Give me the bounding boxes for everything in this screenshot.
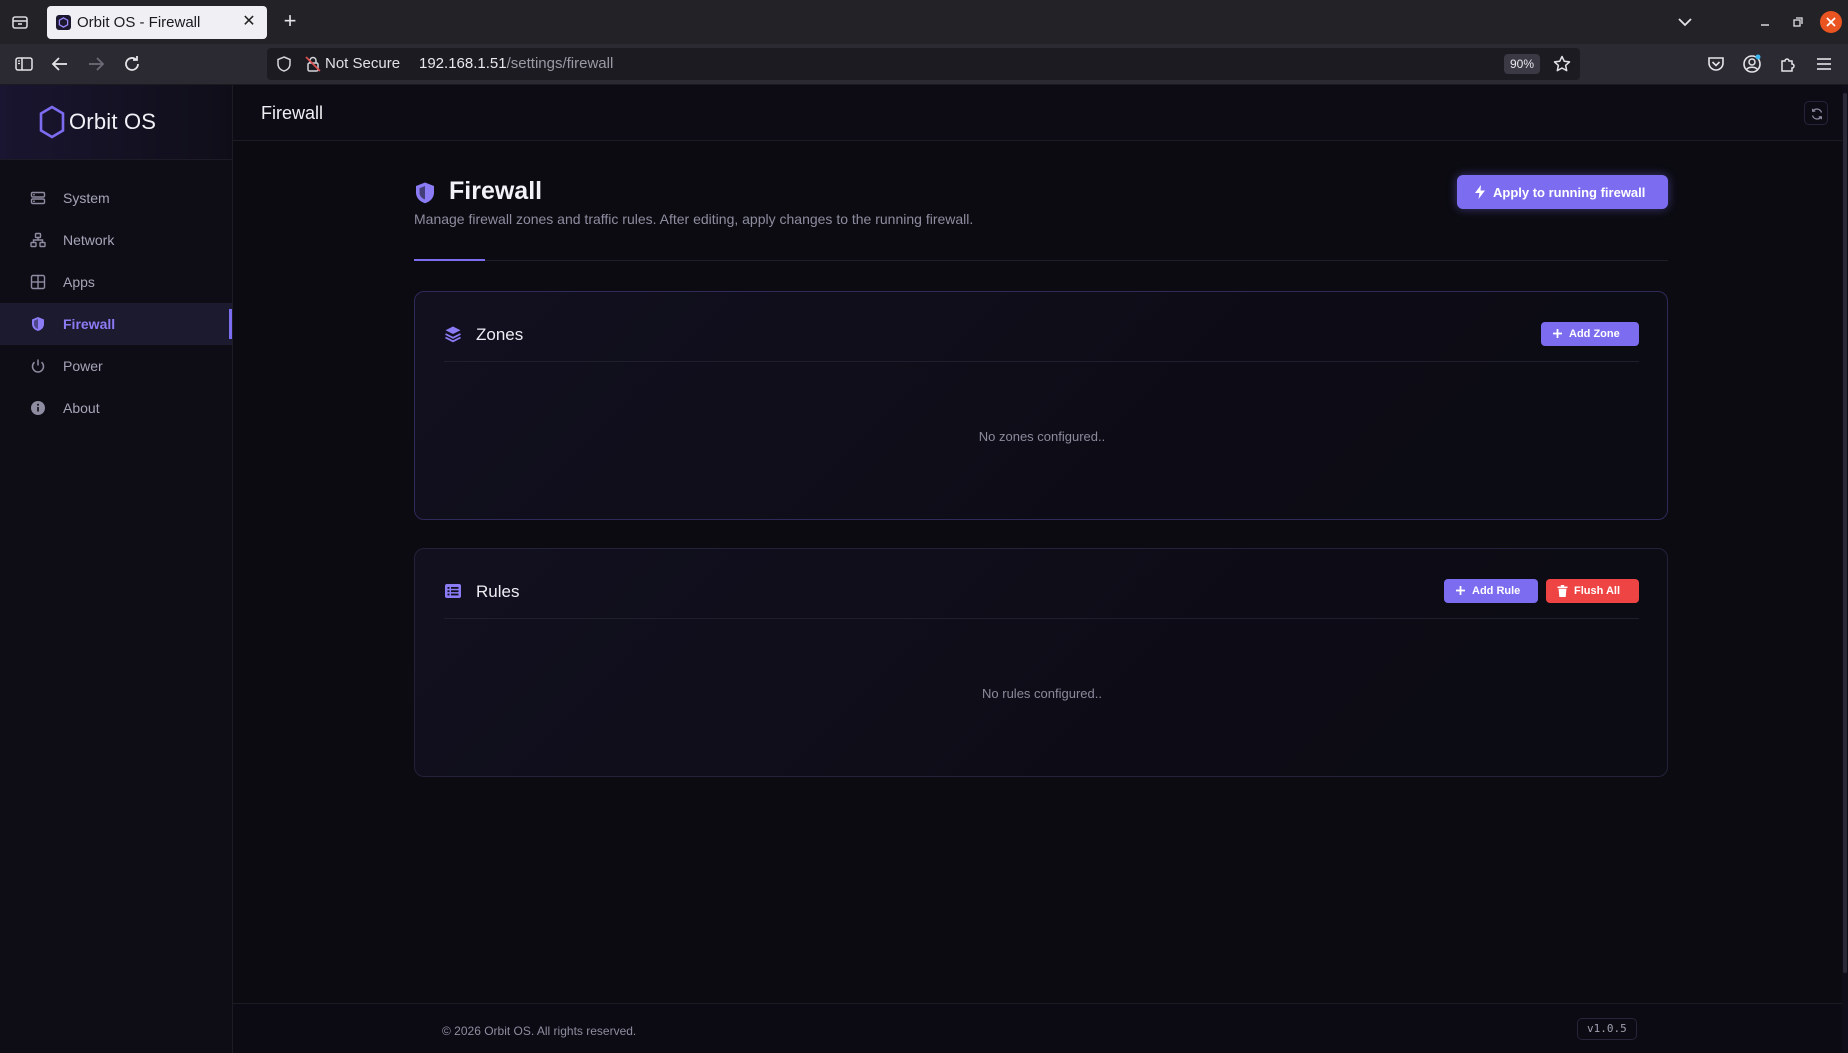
footer: © 2026 Orbit OS. All rights reserved. v1…: [233, 1003, 1848, 1053]
add-rule-label: Add Rule: [1472, 585, 1521, 597]
sidebar-item-power[interactable]: Power: [0, 345, 232, 387]
refresh-button[interactable]: [1804, 101, 1828, 125]
card-divider: [444, 618, 1639, 619]
browser-tab[interactable]: Orbit OS - Firewall ✕: [47, 6, 267, 39]
info-icon: [30, 400, 46, 416]
tracking-shield-icon[interactable]: [275, 55, 293, 78]
sidebar-item-label: Firewall: [63, 316, 116, 332]
lightning-icon: [1474, 185, 1486, 202]
sidebar-item-label: System: [63, 190, 110, 206]
topbar-title: Firewall: [261, 103, 324, 123]
zones-empty-state: No zones configured..: [978, 429, 1106, 444]
version-badge: v1.0.5: [1577, 1018, 1637, 1040]
shield-icon: [414, 181, 436, 210]
list-icon: [444, 582, 462, 605]
insecure-lock-icon[interactable]: [304, 55, 322, 78]
sidebar-item-label: About: [63, 400, 100, 416]
window-minimize-button[interactable]: [1755, 12, 1775, 32]
card-divider: [444, 361, 1639, 362]
app-root: Orbit OS System Network Apps Firewall Po…: [0, 85, 1848, 1053]
topbar: Firewall: [233, 85, 1848, 141]
sidebar-item-apps[interactable]: Apps: [0, 261, 232, 303]
sidebar-toggle-icon[interactable]: [12, 52, 36, 76]
tab-close-icon[interactable]: ✕: [239, 12, 259, 32]
main-area: Firewall Firewall Manage firewall zones …: [233, 85, 1848, 1053]
tab-title: Orbit OS - Firewall: [77, 14, 201, 31]
sidebar-item-label: Apps: [63, 274, 95, 290]
bookmark-star-icon[interactable]: [1552, 54, 1572, 79]
sidebar: Orbit OS System Network Apps Firewall Po…: [0, 85, 233, 1053]
grid-icon: [30, 274, 46, 290]
chevron-down-icon[interactable]: [1674, 11, 1696, 33]
flush-all-label: Flush All: [1574, 585, 1621, 597]
brand-name: Orbit OS: [69, 109, 157, 134]
network-icon: [30, 232, 46, 248]
layers-icon: [444, 325, 462, 348]
window-close-button[interactable]: [1820, 11, 1842, 33]
page-scrollbar[interactable]: [1842, 85, 1848, 1053]
tabs-divider: [414, 260, 1668, 261]
apply-firewall-label: Apply to running firewall: [1493, 185, 1646, 200]
not-secure-label: Not Secure: [325, 55, 401, 72]
url-text[interactable]: 192.168.1.51/settings/firewall: [419, 55, 613, 72]
plus-icon: [1455, 585, 1466, 599]
browser-nav-bar: Not Secure 192.168.1.51/settings/firewal…: [0, 44, 1848, 85]
trash-icon: [1557, 585, 1568, 600]
back-arrow-icon[interactable]: [48, 52, 72, 76]
flush-all-button[interactable]: Flush All: [1546, 579, 1639, 603]
menu-hamburger-icon[interactable]: [1812, 52, 1836, 76]
power-icon: [30, 358, 46, 374]
page-title: Firewall: [449, 177, 543, 205]
add-zone-label: Add Zone: [1569, 328, 1620, 340]
window-restore-button[interactable]: [1787, 12, 1807, 32]
sidebar-item-network[interactable]: Network: [0, 219, 232, 261]
sidebar-item-label: Network: [63, 232, 115, 248]
tab-overview-icon[interactable]: [10, 12, 30, 32]
page-description: Manage firewall zones and traffic rules.…: [414, 211, 974, 227]
forward-arrow-icon[interactable]: [84, 52, 108, 76]
account-icon[interactable]: [1740, 52, 1764, 76]
apply-firewall-button[interactable]: Apply to running firewall: [1457, 175, 1668, 209]
reload-icon[interactable]: [120, 52, 144, 76]
rules-empty-state: No rules configured..: [982, 686, 1102, 701]
browser-tab-bar: Orbit OS - Firewall ✕ +: [0, 0, 1848, 44]
address-bar[interactable]: Not Secure 192.168.1.51/settings/firewal…: [267, 48, 1580, 80]
brand[interactable]: Orbit OS: [0, 85, 232, 160]
zones-card: Zones Add Zone No zones configured..: [414, 291, 1668, 520]
extensions-icon[interactable]: [1776, 52, 1800, 76]
zones-title: Zones: [476, 325, 524, 344]
server-icon: [30, 190, 46, 206]
rules-title: Rules: [476, 582, 520, 601]
plus-icon: [1552, 328, 1563, 342]
add-zone-button[interactable]: Add Zone: [1541, 322, 1639, 346]
scrollbar-thumb[interactable]: [1843, 93, 1847, 973]
orbit-logo-icon: [38, 105, 66, 144]
zoom-level-badge[interactable]: 90%: [1504, 54, 1541, 74]
sidebar-item-firewall[interactable]: Firewall: [0, 303, 232, 345]
sidebar-menu: System Network Apps Firewall Power About: [0, 177, 232, 429]
pocket-icon[interactable]: [1704, 52, 1728, 76]
orbit-favicon-icon: [56, 15, 71, 30]
sidebar-item-label: Power: [63, 358, 103, 374]
add-rule-button[interactable]: Add Rule: [1444, 579, 1538, 603]
sidebar-item-about[interactable]: About: [0, 387, 232, 429]
shield-icon: [30, 316, 46, 332]
tab-active-indicator[interactable]: [414, 259, 485, 261]
new-tab-button[interactable]: +: [278, 10, 302, 34]
sidebar-item-system[interactable]: System: [0, 177, 232, 219]
footer-copyright: © 2026 Orbit OS. All rights reserved.: [442, 1024, 637, 1038]
rules-card: Rules Add Rule Flush All No rules config…: [414, 548, 1668, 777]
